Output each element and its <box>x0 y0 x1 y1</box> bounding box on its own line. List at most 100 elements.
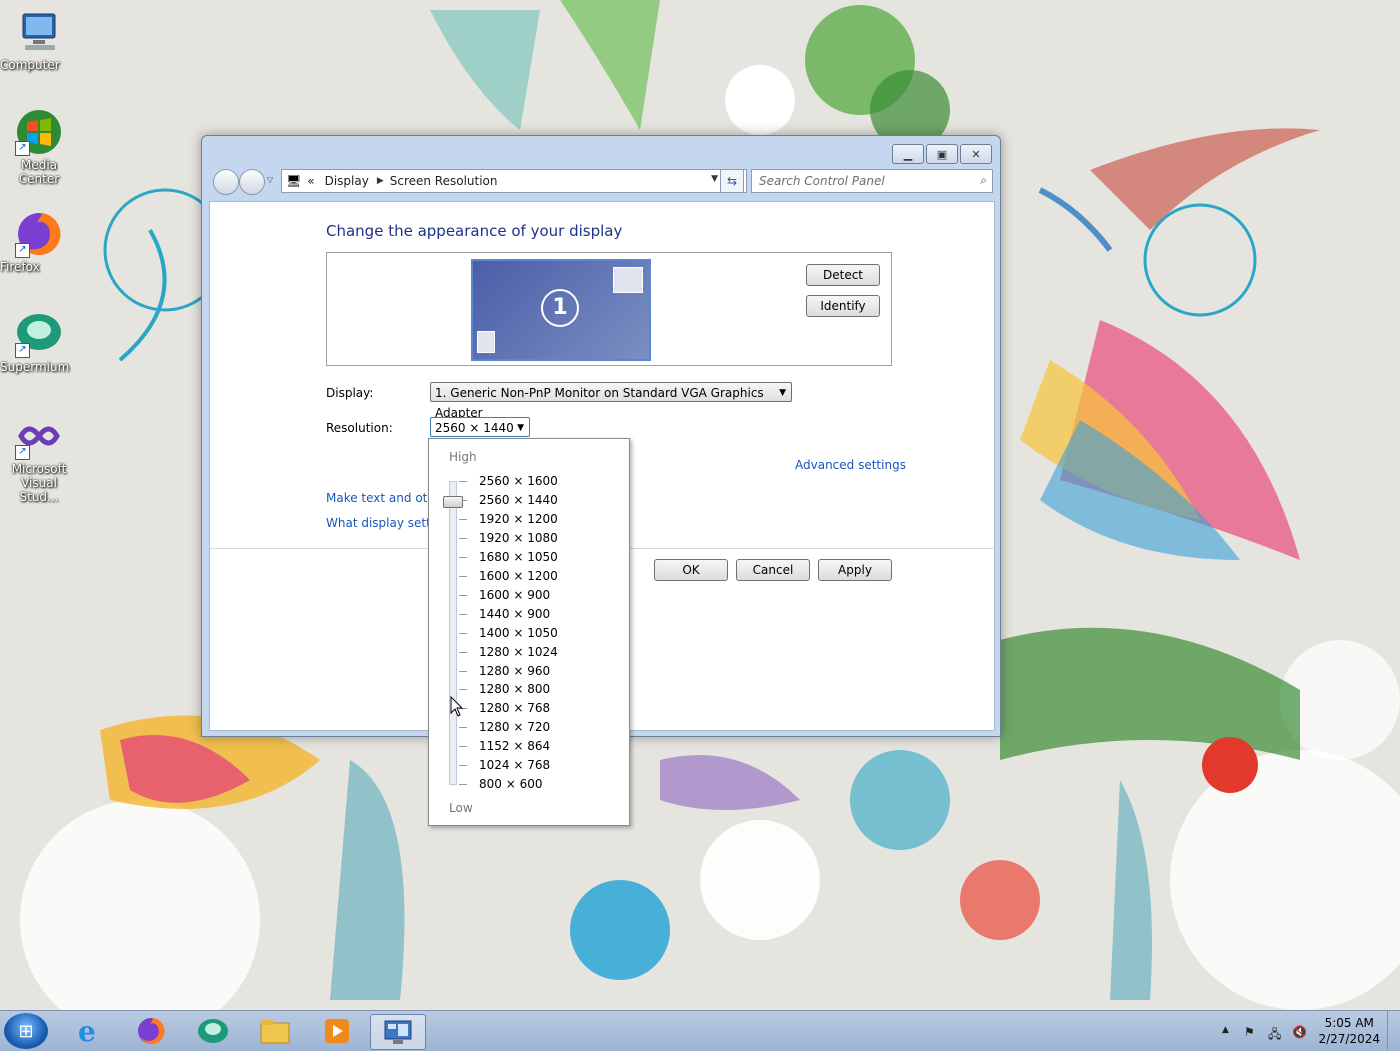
desktop-icon-firefox[interactable]: ↗ Firefox <box>0 210 78 274</box>
slider-tick <box>459 613 467 615</box>
resolution-option[interactable]: 2560 × 1600 <box>479 472 558 491</box>
resolution-slider-thumb[interactable] <box>443 495 463 508</box>
internet-explorer-icon: e <box>78 1016 96 1046</box>
dropdown-arrow-icon: ▼ <box>779 388 786 398</box>
network-icon[interactable]: 🖧 <box>1268 1025 1281 1046</box>
breadcrumb-overflow[interactable]: « <box>307 174 314 188</box>
display-select[interactable]: 1. Generic Non-PnP Monitor on Standard V… <box>430 382 792 420</box>
resolution-option[interactable]: 2560 × 1440 <box>479 491 558 510</box>
resolution-option[interactable]: 1600 × 1200 <box>479 567 558 586</box>
low-label: Low <box>449 801 473 815</box>
resolution-option[interactable]: 1024 × 768 <box>479 756 550 775</box>
slider-tick <box>459 727 467 729</box>
control-panel-icon: 🖥 <box>286 174 302 188</box>
taskbar-firefox[interactable] <box>124 1014 178 1048</box>
resolution-option[interactable]: 1280 × 768 <box>479 699 550 718</box>
resolution-option[interactable]: 1280 × 960 <box>479 662 550 681</box>
breadcrumb-arrow-icon[interactable]: ▶ <box>377 176 384 186</box>
desktop-icon-visual-studio[interactable]: ↗ Microsoft Visual Stud... <box>0 412 78 504</box>
slider-tick <box>459 651 467 653</box>
resolution-option[interactable]: 1280 × 720 <box>479 718 550 737</box>
resolution-select[interactable]: 2560 × 1440 ▼ <box>430 417 530 437</box>
resolution-option[interactable]: 1280 × 1024 <box>479 643 558 662</box>
taskbar-supermium[interactable] <box>186 1014 240 1048</box>
identify-button[interactable]: Identify <box>806 295 880 317</box>
refresh-icon: ⇆ <box>726 174 738 188</box>
show-hidden-icons-chevron-icon[interactable]: ▲ <box>1222 1025 1229 1035</box>
address-bar[interactable]: 🖥 « Display ▶ Screen Resolution ▼ <box>281 169 747 193</box>
slider-tick <box>459 518 467 520</box>
search-icon[interactable]: ⌕ <box>980 173 987 188</box>
address-dropdown-icon[interactable]: ▼ <box>711 174 718 184</box>
search-placeholder: Search Control Panel <box>759 174 885 188</box>
taskbar-media-player[interactable] <box>310 1014 364 1048</box>
taskbar-file-explorer[interactable] <box>248 1014 302 1048</box>
svg-text:e: e <box>78 1016 96 1046</box>
back-button[interactable] <box>213 169 239 195</box>
show-desktop-button[interactable] <box>1387 1011 1400 1051</box>
slider-tick <box>459 537 467 539</box>
breadcrumb-display[interactable]: Display <box>325 174 369 188</box>
navigation-bar: ▽ 🖥 « Display ▶ Screen Resolution ▼ ⇆ Se… <box>211 167 993 195</box>
advanced-settings-link[interactable]: Advanced settings <box>795 458 906 472</box>
refresh-button[interactable]: ⇆ <box>720 169 744 193</box>
action-center-flag-icon[interactable]: ⚑ <box>1244 1025 1255 1039</box>
resolution-option[interactable]: 1440 × 900 <box>479 605 550 624</box>
shortcut-arrow-icon: ↗ <box>15 445 30 460</box>
recent-pages-chevron-icon[interactable]: ▽ <box>267 175 273 184</box>
slider-tick <box>459 746 467 748</box>
resolution-option[interactable]: 1600 × 900 <box>479 586 550 605</box>
volume-muted-icon[interactable]: 🔇 <box>1292 1025 1307 1039</box>
high-label: High <box>449 450 477 464</box>
taskbar-internet-explorer[interactable]: e <box>62 1014 116 1048</box>
minimize-button[interactable]: ▁ <box>892 144 924 164</box>
shortcut-arrow-icon: ↗ <box>15 243 30 258</box>
resolution-slider-track[interactable] <box>449 481 457 785</box>
clock-time: 5:05 AM <box>1324 1016 1374 1030</box>
firefox-icon <box>138 1017 165 1044</box>
supermium-icon <box>198 1019 228 1043</box>
monitor-1-tile[interactable]: 1 <box>471 259 651 361</box>
windows-logo-icon: ⊞ <box>18 1020 34 1042</box>
forward-button[interactable] <box>239 169 265 195</box>
desktop-icon-media-center[interactable]: ↗ Media Center <box>0 108 78 186</box>
desktop-icon-computer[interactable]: Computer <box>0 8 78 72</box>
media-center-icon: ↗ <box>15 108 63 156</box>
window-thumbnail-icon <box>613 267 643 293</box>
resolution-option[interactable]: 1680 × 1050 <box>479 548 558 567</box>
taskbar-clock[interactable]: 5:05 AM 2/27/2024 <box>1318 1015 1380 1047</box>
breadcrumb-screen-resolution[interactable]: Screen Resolution <box>390 174 498 188</box>
maximize-icon: ▣ <box>936 147 948 161</box>
resolution-option[interactable]: 1920 × 1200 <box>479 510 558 529</box>
taskbar: ⊞ e ▲ ⚑ 🖧 🔇 5:05 AM 2/27/2024 <box>0 1010 1400 1051</box>
slider-tick <box>459 689 467 691</box>
folder-icon <box>260 1020 290 1044</box>
slider-tick <box>459 670 467 672</box>
display-select-value: 1. Generic Non-PnP Monitor on Standard V… <box>435 386 764 420</box>
ok-button[interactable]: OK <box>654 559 728 581</box>
control-panel-icon <box>384 1020 412 1044</box>
close-button[interactable]: ✕ <box>960 144 992 164</box>
media-player-icon <box>325 1019 349 1043</box>
resolution-option[interactable]: 1400 × 1050 <box>479 624 558 643</box>
apply-button[interactable]: Apply <box>818 559 892 581</box>
search-box[interactable]: Search Control Panel ⌕ <box>751 169 993 193</box>
start-button[interactable]: ⊞ <box>4 1013 48 1049</box>
dropdown-arrow-icon: ▼ <box>517 423 524 433</box>
window-thumbnail-icon <box>477 331 495 353</box>
visual-studio-icon: ↗ <box>15 412 63 460</box>
clock-date: 2/27/2024 <box>1318 1032 1380 1046</box>
desktop-icon-supermium[interactable]: ↗ Supermium <box>0 310 78 374</box>
page-title: Change the appearance of your display <box>326 222 623 240</box>
resolution-option[interactable]: 1152 × 864 <box>479 737 550 756</box>
window-controls: ▁ ▣ ✕ <box>890 144 992 164</box>
taskbar-control-panel[interactable] <box>370 1014 426 1050</box>
slider-tick <box>459 765 467 767</box>
monitor-number: 1 <box>541 289 579 327</box>
resolution-option[interactable]: 1280 × 800 <box>479 680 550 699</box>
cancel-button[interactable]: Cancel <box>736 559 810 581</box>
maximize-button[interactable]: ▣ <box>926 144 958 164</box>
detect-button[interactable]: Detect <box>806 264 880 286</box>
resolution-option[interactable]: 1920 × 1080 <box>479 529 558 548</box>
resolution-option[interactable]: 800 × 600 <box>479 775 543 794</box>
